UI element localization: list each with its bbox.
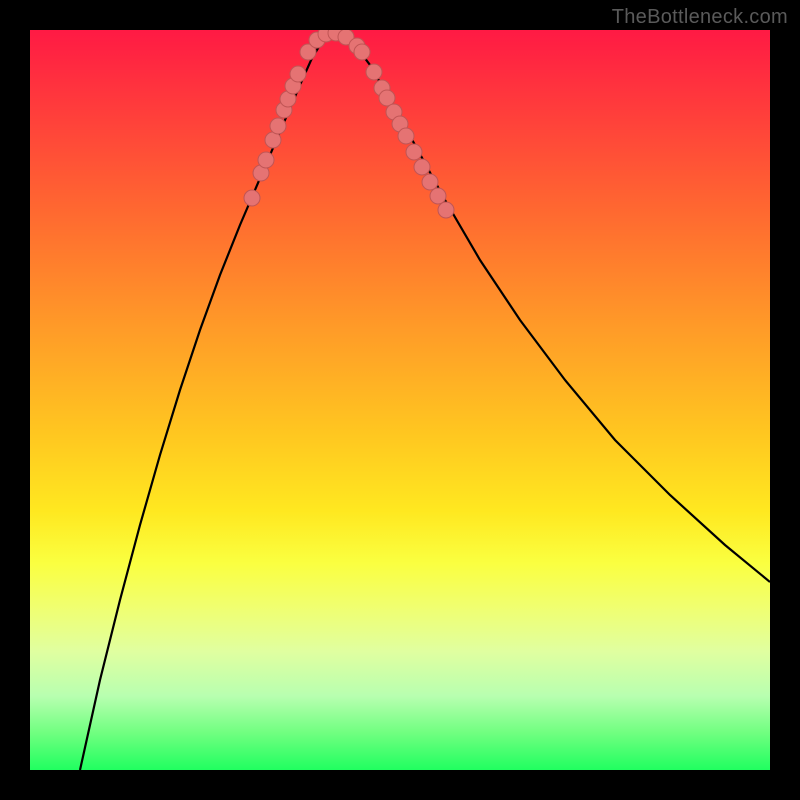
data-marker xyxy=(422,174,438,190)
data-marker xyxy=(398,128,414,144)
left-curve xyxy=(80,32,330,770)
chart-svg xyxy=(30,30,770,770)
markers-group xyxy=(244,30,454,218)
data-marker xyxy=(354,44,370,60)
plot-area xyxy=(30,30,770,770)
data-marker xyxy=(290,66,306,82)
watermark-text: TheBottleneck.com xyxy=(612,6,788,29)
data-marker xyxy=(406,144,422,160)
data-marker xyxy=(430,188,446,204)
data-marker xyxy=(258,152,274,168)
data-marker xyxy=(244,190,260,206)
data-marker xyxy=(414,159,430,175)
data-marker xyxy=(379,90,395,106)
chart-frame: TheBottleneck.com xyxy=(0,0,800,800)
data-marker xyxy=(438,202,454,218)
data-marker xyxy=(366,64,382,80)
data-marker xyxy=(270,118,286,134)
